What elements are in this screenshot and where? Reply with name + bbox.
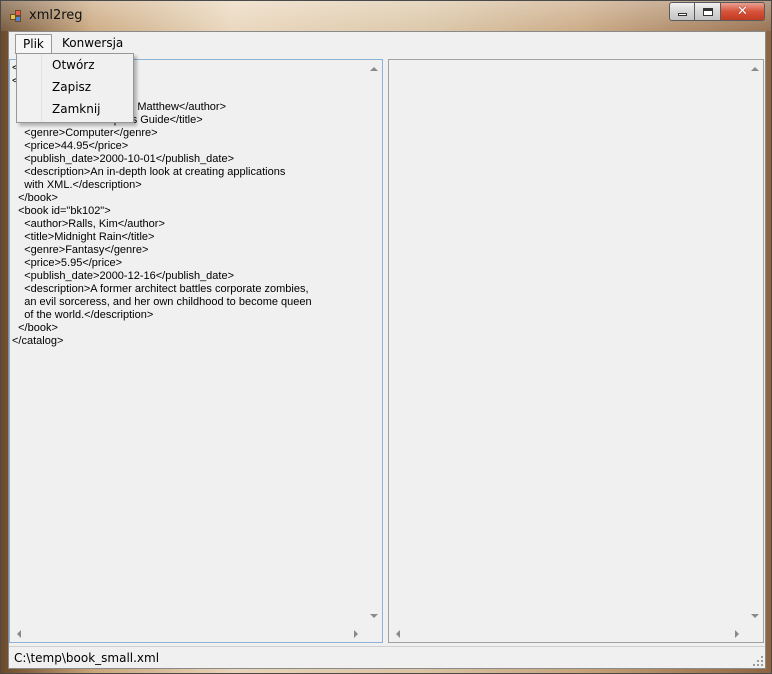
xml-line: an evil sorceress, and her own childhood… [12,296,312,308]
reg-text-area[interactable] [391,62,745,624]
maximize-icon [702,7,713,16]
right-vertical-scrollbar[interactable] [746,60,763,625]
xml-line: with XML.</description> [12,179,142,191]
xml-line: <publish_date>2000-12-16</publish_date> [12,270,235,282]
xml-text-area[interactable]: <?xml version="1.0"?><catalog> <book id=… [12,62,364,624]
left-vertical-scrollbar[interactable] [365,60,382,625]
xml-line: <book id="bk102"> [12,205,111,217]
menu-item-zamknij[interactable]: Zamknij [52,102,101,122]
resize-grip-icon[interactable] [751,654,763,666]
scroll-right-icon[interactable] [354,630,358,638]
caption-buttons: ✕ [669,2,765,22]
xml-line: </catalog> [12,335,64,347]
xml-line: of the world.</description> [12,309,154,321]
xml-line: <author>Ralls, Kim</author> [12,218,165,230]
title-bar[interactable]: xml2reg ✕ [1,1,771,31]
right-horizontal-scrollbar[interactable] [389,625,746,642]
scroll-corner [365,625,382,642]
xml-line: <price>44.95</price> [12,140,129,152]
close-icon: ✕ [737,4,748,19]
scroll-up-icon[interactable] [751,67,759,71]
status-file-path: C:\temp\book_small.xml [14,651,160,665]
client-area: Plik Konwersja Otwórz Zapisz Zamknij <?x… [8,31,766,669]
xml-line: <publish_date>2000-10-01</publish_date> [12,153,235,165]
xml-line: <genre>Fantasy</genre> [12,244,149,256]
menu-item-zapisz[interactable]: Zapisz [52,80,91,100]
xml-line: </book> [12,192,58,204]
scroll-corner [746,625,763,642]
menu-item-otworz[interactable]: Otwórz [52,58,95,78]
minimize-icon [677,13,687,16]
close-button[interactable]: ✕ [721,2,765,21]
status-bar: C:\temp\book_small.xml [9,646,765,668]
menu-plik[interactable]: Plik [15,34,52,54]
maximize-button[interactable] [695,2,721,21]
xml-line: <description>A former architect battles … [12,283,309,295]
left-horizontal-scrollbar[interactable] [10,625,365,642]
xml-line: <description>An in-depth look at creatin… [12,166,286,178]
xml-line: <price>5.95</price> [12,257,123,269]
xml-line: <title>Midnight Rain</title> [12,231,155,243]
menu-bar: Plik Konwersja [9,32,765,54]
menu-icon-strip [17,54,42,122]
app-window: xml2reg ✕ Plik Konwersja Otwórz Zapisz Z… [0,0,772,674]
scroll-left-icon[interactable] [396,630,400,638]
app-icon[interactable] [10,10,22,22]
menu-konwersja[interactable]: Konwersja [55,34,130,54]
scroll-left-icon[interactable] [17,630,21,638]
scroll-up-icon[interactable] [370,67,378,71]
xml-line: </book> [12,322,58,334]
reg-output-panel[interactable] [388,59,764,643]
scroll-down-icon[interactable] [370,614,378,618]
window-title: xml2reg [29,8,83,23]
scroll-down-icon[interactable] [751,614,759,618]
file-menu-dropdown: Otwórz Zapisz Zamknij [16,53,134,123]
xml-line: <genre>Computer</genre> [12,127,158,139]
minimize-button[interactable] [669,2,695,21]
scroll-right-icon[interactable] [735,630,739,638]
xml-source-panel[interactable]: <?xml version="1.0"?><catalog> <book id=… [9,59,383,643]
